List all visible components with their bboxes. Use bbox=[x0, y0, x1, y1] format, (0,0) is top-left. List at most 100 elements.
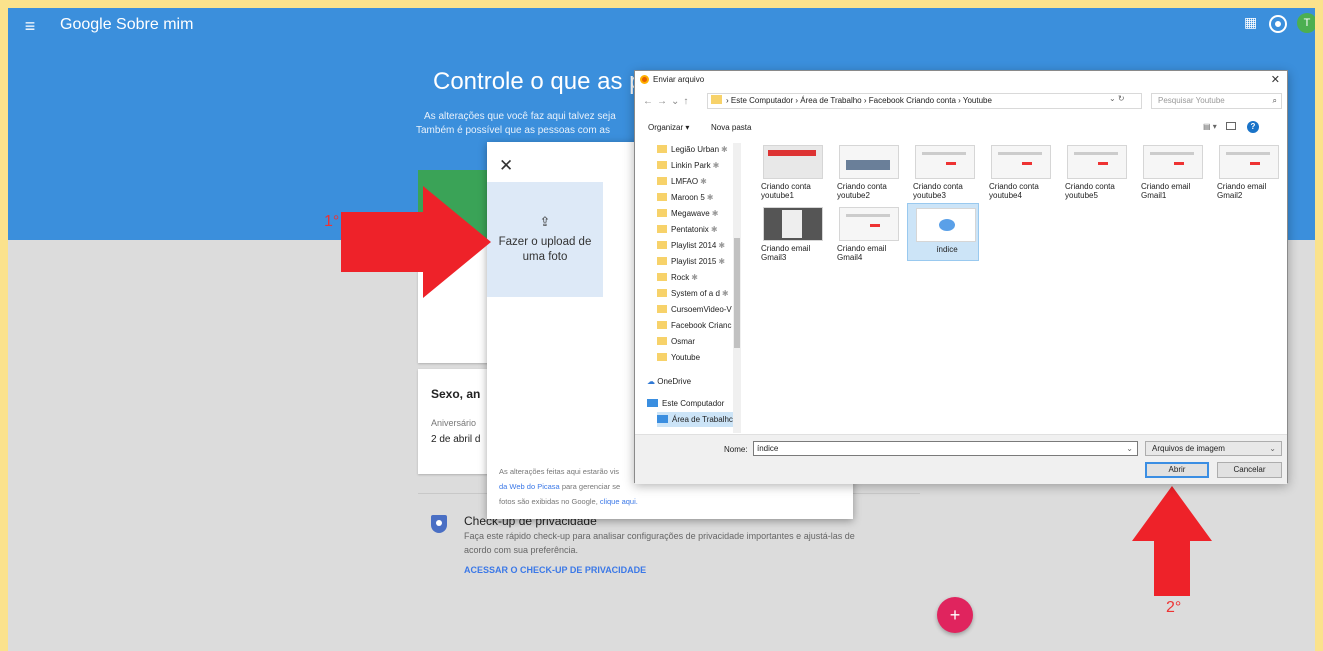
add-button[interactable]: + bbox=[937, 597, 973, 633]
navigation-tree: Legião Urban ✱ Linkin Park ✱ LMFAO ✱ Maroon 5 ✱… bbox=[635, 142, 741, 432]
footer-text-pre: fotos são exibidas no Google, bbox=[499, 497, 600, 506]
file-thumbnail bbox=[763, 207, 823, 241]
filetype-select[interactable]: Arquivos de imagem ⌄ bbox=[1145, 441, 1282, 456]
tree-item-label: Área de Trabalhc bbox=[672, 415, 733, 424]
tree-item[interactable]: ☁ OneDrive bbox=[647, 374, 727, 389]
folder-icon bbox=[657, 209, 667, 217]
search-input[interactable]: Pesquisar Youtube ⌕ bbox=[1151, 93, 1282, 109]
annotation-arrow-right bbox=[341, 186, 491, 298]
view-options-icon[interactable]: ▤ ▾ bbox=[1203, 122, 1217, 131]
tree-item-label: CursoemVideo-V bbox=[671, 305, 732, 314]
file-thumbnail bbox=[1143, 145, 1203, 179]
file-name: Criando email Gmail4 bbox=[837, 244, 887, 262]
avatar[interactable]: T bbox=[1297, 13, 1315, 33]
file-thumbnail bbox=[763, 145, 823, 179]
tree-item[interactable]: Osmar bbox=[657, 334, 737, 349]
birthday-value: 2 de abril d bbox=[431, 434, 481, 445]
shield-icon bbox=[431, 515, 447, 533]
dialog-footer-text: As alterações feitas aqui estarão vis bbox=[499, 467, 620, 476]
picasa-link[interactable]: da Web do Picasa bbox=[499, 482, 560, 491]
file-item[interactable]: Criando email Gmail1 bbox=[1135, 141, 1207, 200]
tree-item[interactable]: CursoemVideo-V bbox=[657, 302, 737, 317]
search-icon: ⌕ bbox=[1272, 96, 1277, 105]
close-icon[interactable]: ✕ bbox=[1271, 73, 1280, 86]
product-title[interactable]: Google Sobre mim bbox=[60, 15, 193, 35]
filename-label: Nome: bbox=[724, 445, 748, 454]
file-item[interactable]: Criando conta youtube2 bbox=[831, 141, 903, 200]
file-thumbnail bbox=[1067, 145, 1127, 179]
filename-input[interactable]: índice ⌄ bbox=[753, 441, 1138, 456]
folder-icon bbox=[657, 273, 667, 281]
file-item[interactable]: Criando conta youtube4 bbox=[983, 141, 1055, 200]
file-grid: Criando conta youtube1 Criando conta yout… bbox=[755, 141, 1289, 431]
close-icon[interactable]: ✕ bbox=[499, 156, 513, 176]
file-name: índice bbox=[936, 245, 958, 254]
folder-icon bbox=[657, 225, 667, 233]
file-open-dialog: Enviar arquivo ✕ ←→⌄↑ › Este Computador … bbox=[634, 70, 1289, 484]
pin-icon: ✱ bbox=[706, 193, 714, 202]
new-folder-button[interactable]: Nova pasta bbox=[711, 123, 751, 132]
dialog-footer: Nome: índice ⌄ Arquivos de imagem ⌄ Abrir … bbox=[635, 434, 1287, 484]
notifications-icon[interactable] bbox=[1271, 17, 1285, 31]
page-title: Controle o que as p bbox=[433, 68, 643, 95]
tree-item[interactable]: Maroon 5 ✱ bbox=[657, 190, 737, 205]
tree-item[interactable]: Megawave ✱ bbox=[657, 206, 737, 221]
tree-item[interactable]: Área de Trabalhc bbox=[657, 412, 737, 427]
file-item[interactable]: Criando email Gmail3 bbox=[755, 203, 827, 262]
arrow-right-shape bbox=[341, 186, 491, 298]
organize-menu[interactable]: Organizar ▾ bbox=[648, 123, 689, 132]
open-button[interactable]: Abrir bbox=[1145, 462, 1209, 478]
file-thumbnail bbox=[991, 145, 1051, 179]
navigation-arrows[interactable]: ←→⌄↑ bbox=[643, 96, 692, 107]
pin-icon: ✱ bbox=[710, 225, 718, 234]
tree-item-label: Playlist 2014 bbox=[671, 241, 717, 250]
hero-subtitle-1: As alterações que você faz aqui talvez s… bbox=[424, 111, 616, 122]
chevron-down-icon: ⌄ bbox=[1269, 444, 1276, 453]
privacy-checkup-link[interactable]: ACESSAR O CHECK-UP DE PRIVACIDADE bbox=[464, 565, 646, 575]
tree-item[interactable]: Playlist 2014 ✱ bbox=[657, 238, 737, 253]
file-item[interactable]: Criando conta youtube1 bbox=[755, 141, 827, 200]
upload-photo-button[interactable]: ⇪ Fazer o upload de uma foto bbox=[487, 182, 603, 297]
tree-item[interactable]: Youtube bbox=[657, 350, 737, 365]
address-bar[interactable]: › Este Computador › Área de Trabalho › F… bbox=[707, 93, 1142, 109]
chevron-down-icon[interactable]: ⌄ bbox=[1126, 442, 1133, 455]
tree-item[interactable]: Linkin Park ✱ bbox=[657, 158, 737, 173]
address-path: › Este Computador › Área de Trabalho › F… bbox=[726, 96, 992, 105]
folder-icon bbox=[657, 305, 667, 313]
tree-item-label: Linkin Park bbox=[671, 161, 711, 170]
file-item[interactable]: Criando email Gmail4 bbox=[831, 203, 903, 262]
tree-item[interactable]: Rock ✱ bbox=[657, 270, 737, 285]
cancel-button[interactable]: Cancelar bbox=[1217, 462, 1282, 478]
tree-item[interactable]: Playlist 2015 ✱ bbox=[657, 254, 737, 269]
file-item[interactable]: Criando conta youtube5 bbox=[1059, 141, 1131, 200]
preview-pane-icon[interactable] bbox=[1226, 122, 1236, 130]
tree-item-label: Youtube bbox=[671, 353, 701, 362]
tree-item[interactable]: Pentatonix ✱ bbox=[657, 222, 737, 237]
file-name: Criando conta youtube4 bbox=[989, 182, 1039, 200]
file-item[interactable]: Criando conta youtube3 bbox=[907, 141, 979, 200]
click-here-link[interactable]: clique aqui. bbox=[600, 497, 638, 506]
tree-item[interactable]: System of a d ✱ bbox=[657, 286, 737, 301]
tree-scrollbar[interactable] bbox=[733, 143, 741, 433]
tree-item-label: Megawave bbox=[671, 209, 710, 218]
upload-icon: ⇪ bbox=[539, 214, 551, 229]
file-item[interactable]: índice bbox=[907, 203, 979, 261]
scrollbar-thumb[interactable] bbox=[734, 238, 740, 348]
annotation-arrow-up bbox=[1132, 486, 1212, 596]
folder-icon bbox=[657, 193, 667, 201]
help-icon[interactable]: ? bbox=[1247, 121, 1259, 133]
tree-item[interactable]: Facebook Crianc bbox=[657, 318, 737, 333]
pin-icon: ✱ bbox=[700, 177, 707, 186]
tree-item[interactable]: Este Computador bbox=[647, 396, 727, 411]
pin-icon: ✱ bbox=[691, 273, 698, 282]
pin-icon: ✱ bbox=[718, 257, 726, 266]
apps-grid-icon[interactable]: ▦ bbox=[1244, 15, 1257, 31]
tree-item[interactable]: LMFAO ✱ bbox=[657, 174, 737, 189]
folder-icon bbox=[657, 145, 667, 153]
file-item[interactable]: Criando email Gmail2 bbox=[1211, 141, 1283, 200]
hero-subtitle-2: Também é possível que as pessoas com as bbox=[416, 125, 610, 136]
tree-item[interactable]: Legião Urban ✱ bbox=[657, 142, 737, 157]
refresh-icon[interactable]: ⌄ ↻ bbox=[1109, 94, 1125, 103]
tree-item-label: System of a d bbox=[671, 289, 720, 298]
menu-icon[interactable]: ≡ bbox=[18, 14, 42, 38]
